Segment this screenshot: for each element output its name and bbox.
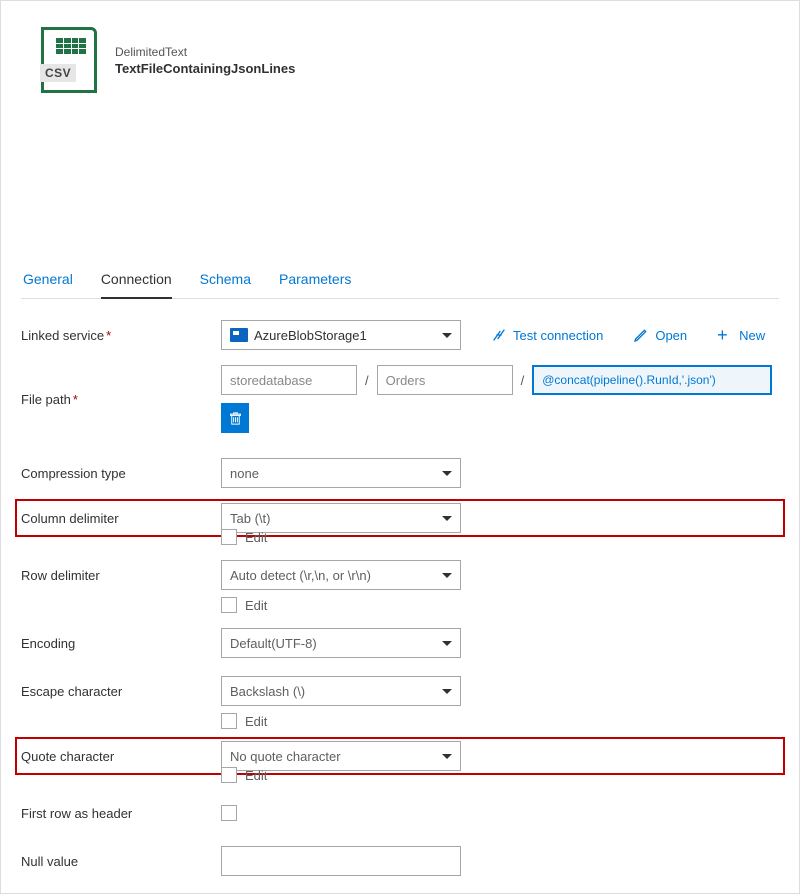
- storage-icon: [230, 328, 248, 342]
- escape-character-edit-checkbox[interactable]: [221, 713, 237, 729]
- filepath-container-input[interactable]: storedatabase: [221, 365, 357, 395]
- quote-character-value: No quote character: [230, 749, 341, 764]
- row-delimiter-select[interactable]: Auto detect (\r,\n, or \r\n): [221, 560, 461, 590]
- escape-character-select[interactable]: Backslash (\): [221, 676, 461, 706]
- csv-file-icon: CSV: [41, 27, 97, 93]
- column-delimiter-edit-checkbox[interactable]: [221, 529, 237, 545]
- new-button[interactable]: + New: [717, 327, 765, 343]
- null-value-input[interactable]: [221, 846, 461, 876]
- quote-character-edit-checkbox[interactable]: [221, 767, 237, 783]
- tab-connection[interactable]: Connection: [101, 263, 172, 299]
- column-delimiter-value: Tab (\t): [230, 511, 270, 526]
- filepath-filename-input[interactable]: @concat(pipeline().RunId,'.json'): [532, 365, 772, 395]
- filepath-directory-input[interactable]: Orders: [377, 365, 513, 395]
- label-quote-character: Quote character: [21, 749, 221, 764]
- row-delimiter-edit-checkbox[interactable]: [221, 597, 237, 613]
- column-delimiter-select[interactable]: Tab (\t): [221, 503, 461, 533]
- label-escape-character: Escape character: [21, 684, 221, 699]
- edit-label: Edit: [245, 598, 267, 613]
- label-null-value: Null value: [21, 854, 221, 869]
- dataset-header: CSV DelimitedText TextFileContainingJson…: [21, 15, 779, 93]
- tab-bar: General Connection Schema Parameters: [21, 263, 779, 299]
- encoding-value: Default(UTF-8): [230, 636, 317, 651]
- chevron-down-icon: [442, 754, 452, 759]
- label-file-path: File path*: [21, 392, 221, 407]
- tab-schema[interactable]: Schema: [200, 263, 251, 298]
- edit-label: Edit: [245, 768, 267, 783]
- encoding-select[interactable]: Default(UTF-8): [221, 628, 461, 658]
- label-first-row-header: First row as header: [21, 806, 221, 821]
- pencil-icon: [633, 327, 649, 343]
- dataset-title: TextFileContainingJsonLines: [115, 61, 295, 76]
- chevron-down-icon: [442, 573, 452, 578]
- label-encoding: Encoding: [21, 636, 221, 651]
- open-button[interactable]: Open: [633, 327, 687, 343]
- chevron-down-icon: [442, 471, 452, 476]
- path-separator: /: [365, 373, 369, 388]
- csv-badge: CSV: [40, 64, 76, 82]
- tab-parameters[interactable]: Parameters: [279, 263, 351, 298]
- label-linked-service: Linked service*: [21, 328, 221, 343]
- chevron-down-icon: [442, 689, 452, 694]
- path-separator: /: [521, 373, 525, 388]
- compression-type-select[interactable]: none: [221, 458, 461, 488]
- label-row-delimiter: Row delimiter: [21, 568, 221, 583]
- chevron-down-icon: [442, 516, 452, 521]
- tab-general[interactable]: General: [23, 263, 73, 298]
- plus-icon: +: [717, 327, 733, 343]
- test-connection-button[interactable]: Test connection: [491, 327, 603, 343]
- dataset-type-label: DelimitedText: [115, 45, 295, 59]
- linked-service-value: AzureBlobStorage1: [254, 328, 367, 343]
- first-row-header-checkbox[interactable]: [221, 805, 237, 821]
- label-column-delimiter: Column delimiter: [21, 511, 221, 526]
- test-connection-icon: [491, 327, 507, 343]
- linked-service-select[interactable]: AzureBlobStorage1: [221, 320, 461, 350]
- escape-character-value: Backslash (\): [230, 684, 305, 699]
- trash-icon: [228, 411, 243, 426]
- compression-type-value: none: [230, 466, 259, 481]
- row-delimiter-value: Auto detect (\r,\n, or \r\n): [230, 568, 371, 583]
- edit-label: Edit: [245, 714, 267, 729]
- chevron-down-icon: [442, 641, 452, 646]
- chevron-down-icon: [442, 333, 452, 338]
- label-compression-type: Compression type: [21, 466, 221, 481]
- delete-filepath-button[interactable]: [221, 403, 249, 433]
- quote-character-select[interactable]: No quote character: [221, 741, 461, 771]
- edit-label: Edit: [245, 530, 267, 545]
